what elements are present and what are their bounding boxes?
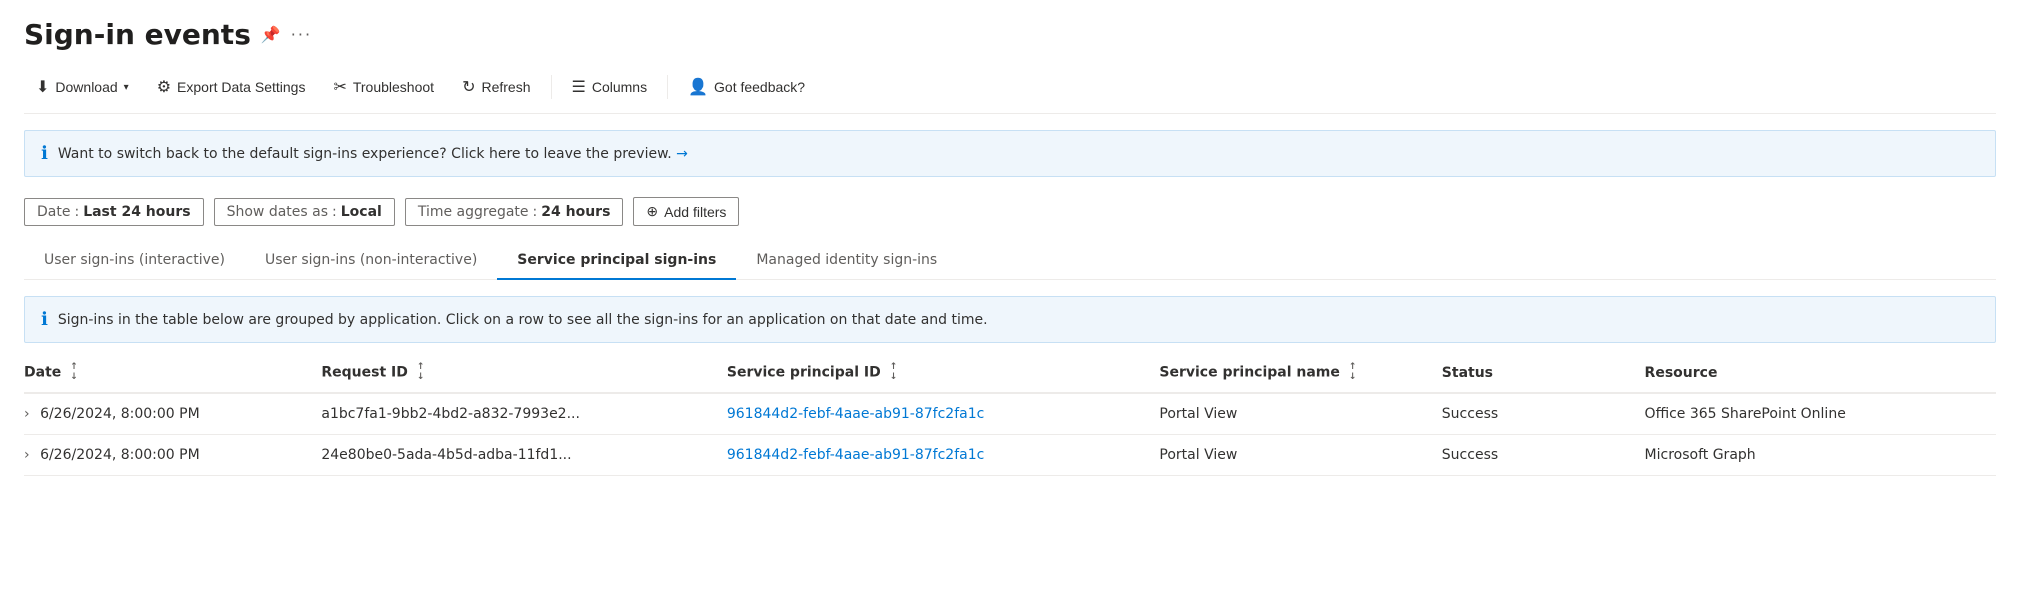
table-info-icon: ℹ (41, 309, 48, 330)
refresh-button[interactable]: ↻ Refresh (450, 71, 542, 103)
cell-date: › 6/26/2024, 8:00:00 PM (24, 435, 321, 476)
spname-sort-icon[interactable]: ↑↓ (1349, 363, 1357, 382)
tab-user-interactive[interactable]: User sign-ins (interactive) (24, 242, 245, 280)
col-header-spid[interactable]: Service principal ID ↑↓ (727, 353, 1160, 393)
export-data-settings-button[interactable]: ⚙ Export Data Settings (145, 71, 318, 103)
cell-spid[interactable]: 961844d2-febf-4aae-ab91-87fc2fa1c (727, 435, 1160, 476)
service-principal-id-link[interactable]: 961844d2-febf-4aae-ab91-87fc2fa1c (727, 406, 984, 422)
show-dates-filter-chip[interactable]: Show dates as : Local (214, 198, 395, 226)
tab-user-non-interactive[interactable]: User sign-ins (non-interactive) (245, 242, 497, 280)
cell-resource: Microsoft Graph (1645, 435, 1996, 476)
time-aggregate-filter-chip[interactable]: Time aggregate : 24 hours (405, 198, 624, 226)
col-header-date[interactable]: Date ↑↓ (24, 353, 321, 393)
requestid-sort-icon[interactable]: ↑↓ (417, 363, 425, 382)
download-icon: ⬇ (36, 77, 49, 97)
table-info-box: ℹ Sign-ins in the table below are groupe… (24, 296, 1996, 343)
row-expander-icon[interactable]: › (24, 406, 30, 422)
col-header-status[interactable]: Status (1442, 353, 1645, 393)
col-header-resource[interactable]: Resource (1645, 353, 1996, 393)
tab-managed-identity[interactable]: Managed identity sign-ins (736, 242, 957, 280)
row-expander-icon[interactable]: › (24, 447, 30, 463)
cell-status: Success (1442, 393, 1645, 435)
table-info-text: Sign-ins in the table below are grouped … (58, 312, 988, 328)
filter-row: Date : Last 24 hours Show dates as : Loc… (24, 197, 1996, 226)
cell-resource: Office 365 SharePoint Online (1645, 393, 1996, 435)
toolbar-separator-2 (667, 75, 668, 99)
leave-preview-link[interactable]: → (676, 146, 688, 162)
columns-button[interactable]: ☰ Columns (560, 71, 660, 103)
pin-icon[interactable]: 📌 (261, 25, 281, 44)
feedback-button[interactable]: 👤 Got feedback? (676, 71, 817, 103)
troubleshoot-button[interactable]: ✂ Troubleshoot (321, 71, 446, 103)
download-chevron-icon: ▾ (124, 82, 129, 93)
toolbar-separator (551, 75, 552, 99)
add-filters-button[interactable]: ⊕ Add filters (633, 197, 739, 226)
spid-sort-icon[interactable]: ↑↓ (890, 363, 898, 382)
refresh-icon: ↻ (462, 77, 475, 97)
cell-spid[interactable]: 961844d2-febf-4aae-ab91-87fc2fa1c (727, 393, 1160, 435)
columns-icon: ☰ (572, 77, 586, 97)
page-title: Sign-in events (24, 18, 251, 51)
table-row[interactable]: › 6/26/2024, 8:00:00 PM a1bc7fa1-9bb2-4b… (24, 393, 1996, 435)
table-row[interactable]: › 6/26/2024, 8:00:00 PM 24e80be0-5ada-4b… (24, 435, 1996, 476)
info-icon: ℹ (41, 143, 48, 164)
cell-requestid: 24e80be0-5ada-4b5d-adba-11fd1... (321, 435, 727, 476)
wrench-icon: ✂ (333, 77, 346, 97)
cell-requestid: a1bc7fa1-9bb2-4bd2-a832-7993e2... (321, 393, 727, 435)
info-banner: ℹ Want to switch back to the default sig… (24, 130, 1996, 177)
download-button[interactable]: ⬇ Download ▾ (24, 71, 141, 103)
date-filter-chip[interactable]: Date : Last 24 hours (24, 198, 204, 226)
more-options-icon[interactable]: ··· (291, 25, 312, 44)
tab-service-principal[interactable]: Service principal sign-ins (497, 242, 736, 280)
sign-in-table: Date ↑↓ Request ID ↑↓ Service principal … (24, 353, 1996, 476)
cell-spname: Portal View (1159, 393, 1441, 435)
toolbar: ⬇ Download ▾ ⚙ Export Data Settings ✂ Tr… (24, 71, 1996, 114)
tabs-row: User sign-ins (interactive) User sign-in… (24, 242, 1996, 280)
col-header-requestid[interactable]: Request ID ↑↓ (321, 353, 727, 393)
add-filter-icon: ⊕ (646, 203, 658, 220)
cell-spname: Portal View (1159, 435, 1441, 476)
info-banner-text: Want to switch back to the default sign-… (58, 146, 688, 162)
date-sort-icon[interactable]: ↑↓ (70, 363, 78, 382)
cell-date: › 6/26/2024, 8:00:00 PM (24, 393, 321, 435)
gear-icon: ⚙ (157, 77, 171, 97)
service-principal-id-link[interactable]: 961844d2-febf-4aae-ab91-87fc2fa1c (727, 447, 984, 463)
feedback-icon: 👤 (688, 77, 708, 97)
cell-status: Success (1442, 435, 1645, 476)
col-header-spname[interactable]: Service principal name ↑↓ (1159, 353, 1441, 393)
